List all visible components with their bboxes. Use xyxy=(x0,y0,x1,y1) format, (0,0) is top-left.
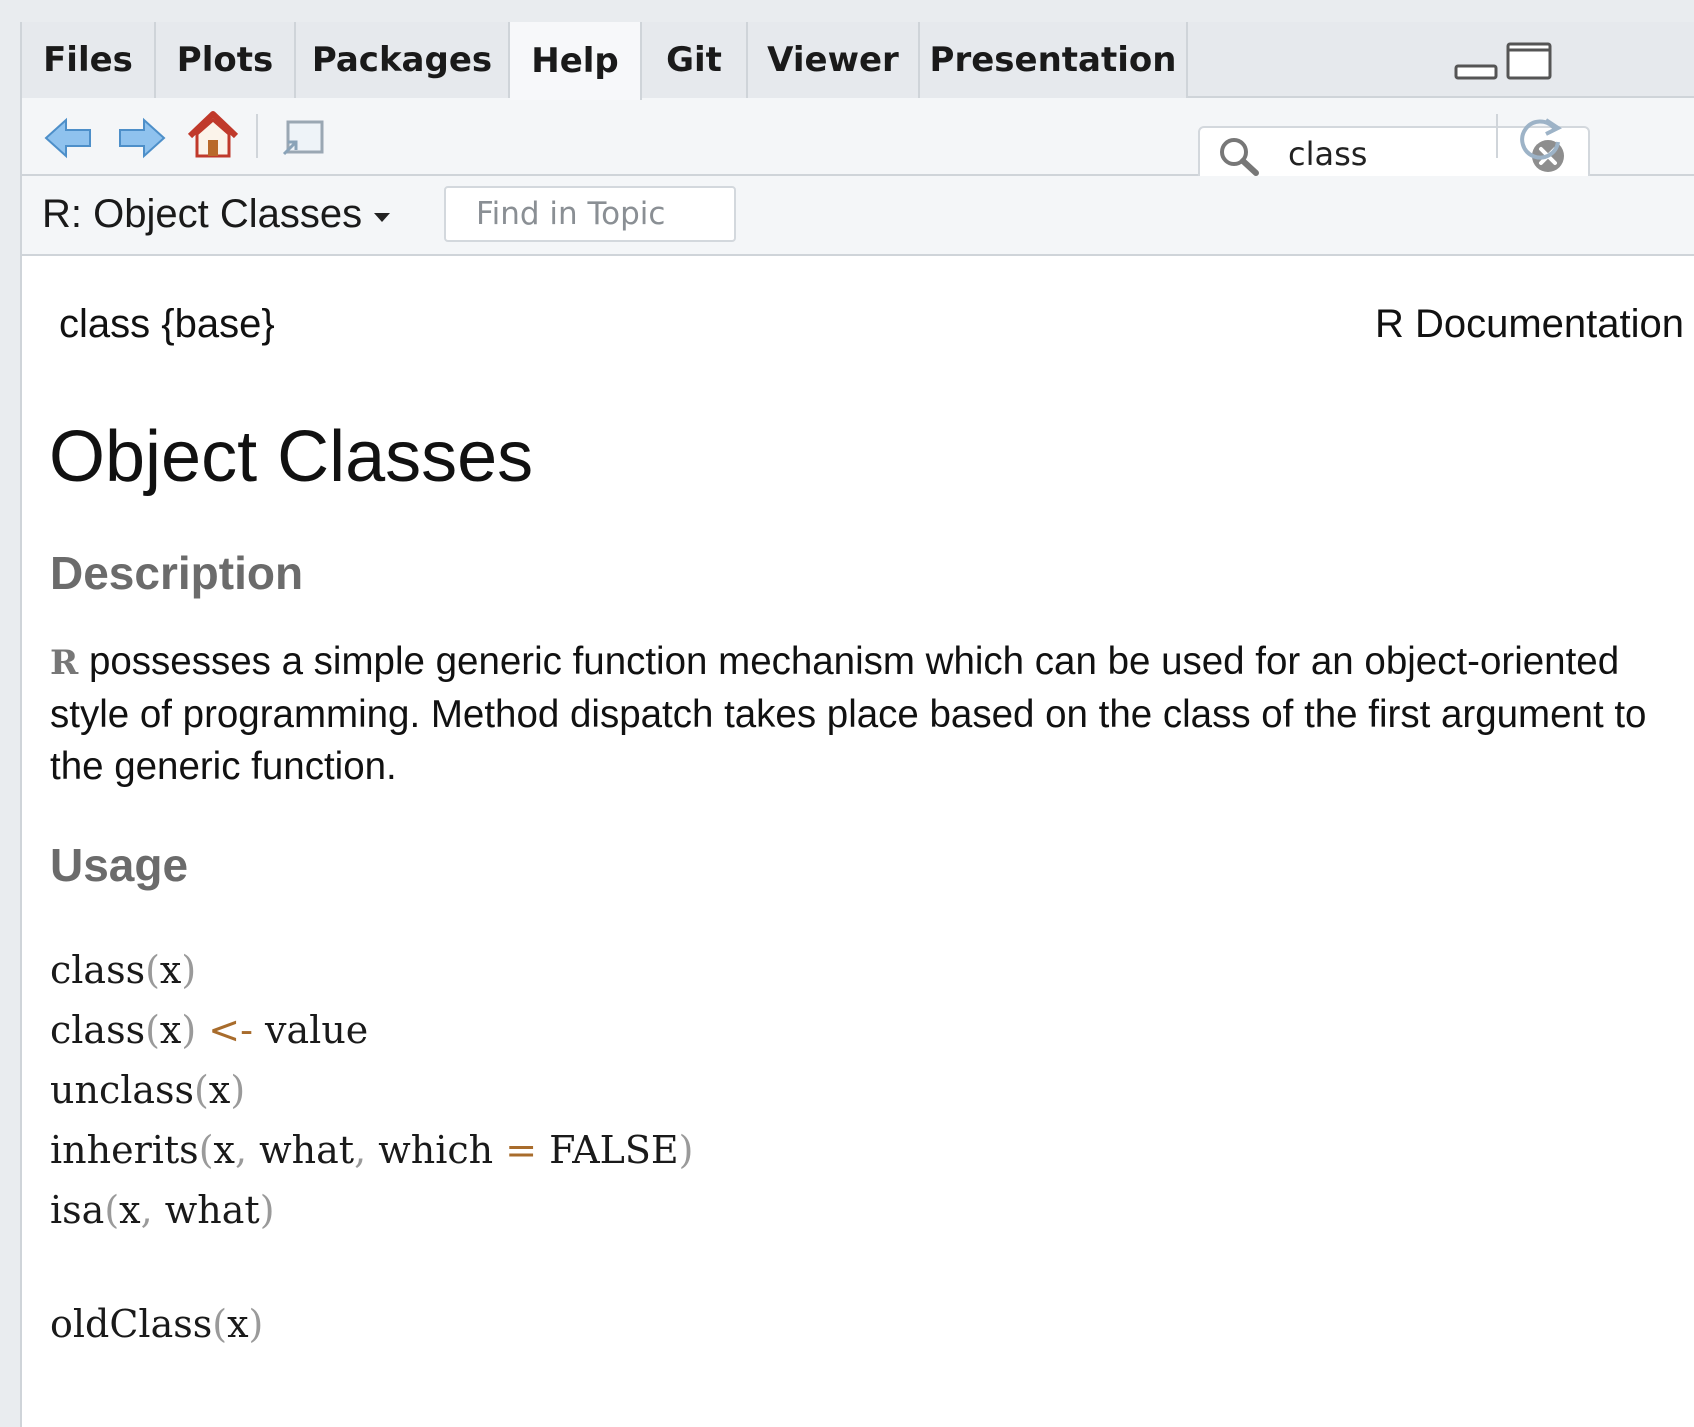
usage-heading: Usage xyxy=(50,839,189,891)
tab-plots[interactable]: Plots xyxy=(156,22,296,98)
usage-line: oldClass(x) xyxy=(50,1302,264,1346)
tab-label: Git xyxy=(666,40,722,80)
doc-package-label: class {base} xyxy=(59,302,275,346)
topic-title: R: Object Classes xyxy=(42,192,363,236)
usage-line: isa(x, what) xyxy=(50,1188,275,1232)
pane-tabbar: Files Plots Packages Help Git Viewer Pre… xyxy=(22,22,1694,100)
back-arrow-icon[interactable] xyxy=(44,116,92,160)
usage-line: class(x) <- value xyxy=(50,1008,369,1052)
home-icon[interactable] xyxy=(186,110,240,160)
help-content: class {base} R Documentation Object Clas… xyxy=(22,256,1694,1427)
tab-help[interactable]: Help xyxy=(510,22,642,100)
tab-label: Help xyxy=(531,41,619,81)
show-in-window-icon[interactable] xyxy=(278,118,326,160)
tab-label: Packages xyxy=(311,40,493,80)
toolbar-separator xyxy=(1496,114,1498,158)
doc-source-label: R Documentation xyxy=(1374,302,1684,346)
maximize-icon[interactable] xyxy=(1506,42,1554,87)
search-icon xyxy=(1218,136,1262,181)
search-input[interactable] xyxy=(1288,134,1508,174)
help-pane: Files Plots Packages Help Git Viewer Pre… xyxy=(20,22,1694,1427)
description-heading: Description xyxy=(50,547,304,599)
tab-git[interactable]: Git xyxy=(642,22,748,98)
page-title: Object Classes xyxy=(49,417,534,497)
tab-label: Plots xyxy=(176,40,274,80)
toolbar-separator xyxy=(256,114,258,158)
forward-arrow-icon[interactable] xyxy=(118,116,166,160)
tab-presentation[interactable]: Presentation xyxy=(920,22,1188,98)
tab-viewer[interactable]: Viewer xyxy=(748,22,920,98)
minimize-icon[interactable] xyxy=(1454,48,1500,93)
find-in-topic-input[interactable] xyxy=(444,186,736,242)
tab-packages[interactable]: Packages xyxy=(296,22,510,98)
refresh-icon[interactable] xyxy=(1516,116,1564,162)
usage-line: unclass(x) xyxy=(50,1068,246,1112)
chevron-down-icon xyxy=(374,213,391,222)
tab-label: Presentation xyxy=(929,40,1177,80)
tab-label: Viewer xyxy=(767,40,899,80)
usage-line: inherits(x, what, which = FALSE) xyxy=(50,1128,694,1172)
r-logo-text: R xyxy=(50,643,79,683)
tab-label: Files xyxy=(43,40,133,80)
description-text: possesses a simple generic function mech… xyxy=(50,640,1647,788)
topic-bar: R: Object Classes xyxy=(22,176,1694,256)
topic-dropdown[interactable]: R: Object Classes xyxy=(42,192,391,237)
description-paragraph: R possesses a simple generic function me… xyxy=(50,636,1680,793)
tab-files[interactable]: Files xyxy=(22,22,156,98)
help-toolbar xyxy=(22,98,1694,182)
usage-line: class(x) xyxy=(50,948,197,992)
